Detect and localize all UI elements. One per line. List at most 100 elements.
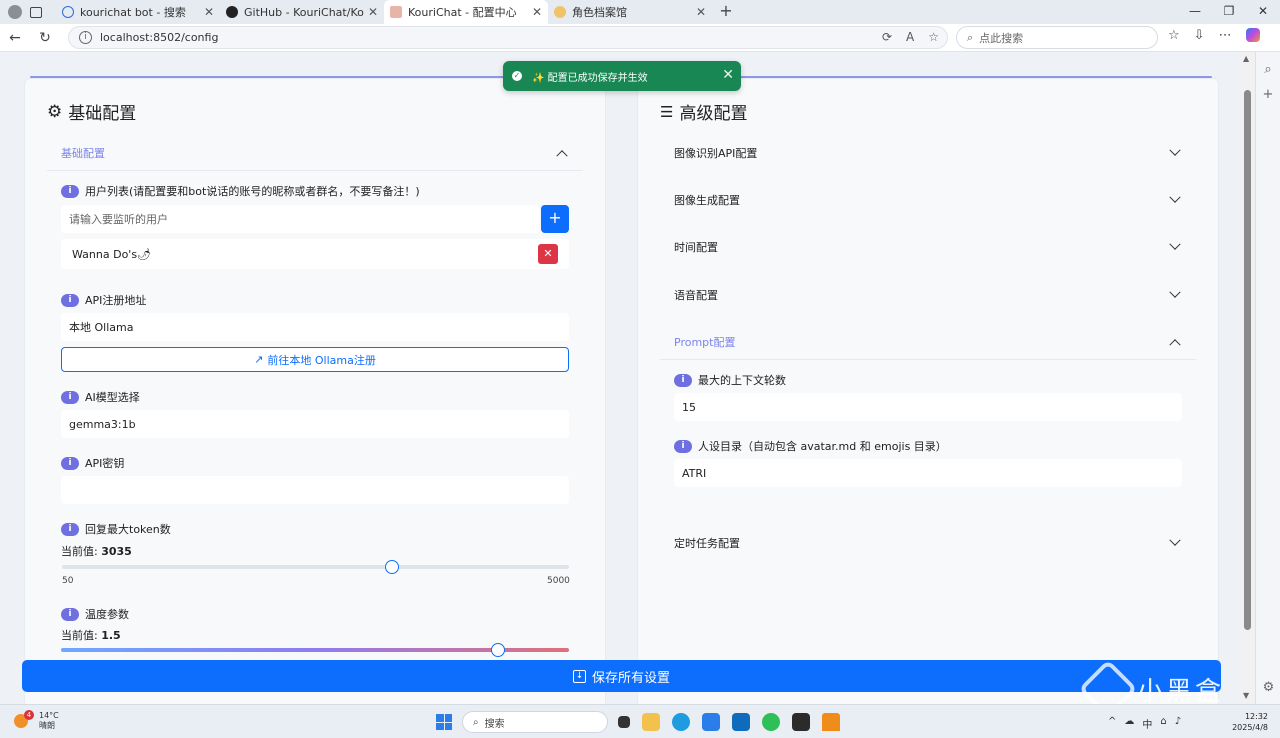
label-text: 温度参数 <box>85 608 129 621</box>
max-context-input[interactable]: 15 <box>674 393 1182 421</box>
scroll-up-icon[interactable]: ▲ <box>1243 54 1249 63</box>
info-icon: i <box>61 607 79 621</box>
max-token-slider-thumb[interactable] <box>384 560 399 574</box>
site-info-icon[interactable]: i <box>79 31 92 44</box>
close-tab-icon[interactable]: ✕ <box>204 5 214 19</box>
windows-start-icon[interactable] <box>436 714 452 730</box>
accordion-scheduled-tasks[interactable]: 定时任务配置 <box>660 525 1196 561</box>
max-token-slider-track[interactable] <box>62 565 569 569</box>
copilot-icon[interactable] <box>1245 28 1260 42</box>
info-icon: i <box>61 456 79 470</box>
tab-actions-icon[interactable] <box>30 6 42 18</box>
max-token-value: 3035 <box>101 545 132 558</box>
maximize-icon[interactable]: ❐ <box>1212 0 1246 24</box>
close-window-icon[interactable]: ✕ <box>1246 0 1280 24</box>
back-icon[interactable]: ← <box>0 30 30 46</box>
window-controls: — ❐ ✕ <box>1178 0 1280 24</box>
input-value: 15 <box>682 400 696 414</box>
wechat-icon[interactable] <box>762 713 780 731</box>
save-all-button[interactable]: ↓ 保存所有设置 <box>22 660 1221 692</box>
accordion-label: Prompt配置 <box>674 335 736 349</box>
bing-search-icon <box>62 6 74 18</box>
character-favicon-icon <box>554 6 566 18</box>
select-value: gemma3:1b <box>69 417 136 431</box>
button-label: 前往本地 Ollama注册 <box>267 353 376 367</box>
label-text: API密钥 <box>85 457 125 470</box>
network-icon[interactable]: ⌂ <box>1160 716 1166 731</box>
reload-icon[interactable]: ↻ <box>30 30 60 46</box>
file-explorer-icon[interactable] <box>642 713 660 731</box>
scroll-down-icon[interactable]: ▼ <box>1243 691 1249 700</box>
add-user-button[interactable]: + <box>541 205 569 233</box>
accordion-label: 图像生成配置 <box>674 194 740 207</box>
translate-icon[interactable]: ⟳ <box>882 30 892 44</box>
sidebar-search-icon[interactable]: ⌕ <box>1256 62 1280 77</box>
tab-kourichat-config[interactable]: KouriChat - 配置中心 ✕ <box>384 0 548 24</box>
advanced-config-title: ☰ 高级配置 <box>660 99 747 125</box>
ime-indicator[interactable]: 中 <box>1142 716 1152 731</box>
store-icon[interactable] <box>702 713 720 731</box>
label-text: 用户列表(请配置要和bot说话的账号的昵称或者群名，不要写备注！) <box>85 185 420 198</box>
browser-search-box[interactable]: ⌕ 点此搜索 <box>956 26 1158 49</box>
user-name: Wanna Do's🌶 <box>72 247 152 261</box>
api-register-button[interactable]: ↗ 前往本地 Ollama注册 <box>61 347 569 372</box>
volume-icon[interactable]: ♪ <box>1175 716 1181 731</box>
model-select[interactable]: gemma3:1b <box>61 410 569 438</box>
favorite-star-icon[interactable]: ☆ <box>928 30 939 44</box>
accordion-image-generation[interactable]: 图像生成配置 <box>660 182 1196 218</box>
profile-icon[interactable] <box>8 5 22 19</box>
accordion-time[interactable]: 时间配置 <box>660 229 1196 265</box>
sidebar-add-icon[interactable]: + <box>1256 87 1280 102</box>
edge-icon[interactable] <box>672 713 690 731</box>
new-tab-button[interactable]: + <box>712 0 740 24</box>
temperature-slider-thumb[interactable] <box>490 643 505 657</box>
task-view-icon[interactable] <box>618 716 630 728</box>
tab-github[interactable]: GitHub - KouriChat/KouriChat: 可... ✕ <box>220 0 384 24</box>
scrollbar-thumb[interactable] <box>1244 90 1251 630</box>
label-text: API注册地址 <box>85 294 147 307</box>
close-toast-icon[interactable]: ✕ <box>722 67 734 83</box>
watermark: 小黑盒 <box>1078 659 1224 704</box>
tab-character-archive[interactable]: 角色档案馆 ✕ <box>548 0 712 24</box>
api-key-input[interactable] <box>61 476 569 504</box>
page-scrollbar[interactable]: ▲ ▼ <box>1241 52 1255 704</box>
weather-desc: 晴朗 <box>39 721 55 730</box>
persona-select[interactable]: ATRI <box>674 459 1182 487</box>
advanced-config-card: ☰ 高级配置 图像识别API配置 图像生成配置 时间配置 语音配置 Prompt… <box>637 78 1219 704</box>
api-url-select[interactable]: 本地 Ollama <box>61 313 569 341</box>
accordion-voice[interactable]: 语音配置 <box>660 277 1196 313</box>
chevron-down-icon <box>1168 191 1182 207</box>
url-bar[interactable]: i localhost:8502/config ⟳ A ☆ <box>68 26 948 49</box>
remove-user-button[interactable]: ✕ <box>538 244 558 264</box>
close-tab-icon[interactable]: ✕ <box>696 5 706 19</box>
sidebar-settings-icon[interactable]: ⚙ <box>1256 680 1280 695</box>
toast-message: ✨ 配置已成功保存并生效 <box>532 72 648 84</box>
accordion-label: 定时任务配置 <box>674 537 740 550</box>
accordion-prompt[interactable]: Prompt配置 <box>660 324 1196 360</box>
downloads-icon[interactable]: ⇩ <box>1194 28 1205 43</box>
close-tab-icon[interactable]: ✕ <box>368 5 378 19</box>
basic-config-accordion-header[interactable]: 基础配置 <box>47 135 583 171</box>
close-tab-icon[interactable]: ✕ <box>532 5 542 19</box>
weather-widget[interactable]: 4 14°C 晴朗 <box>14 710 59 731</box>
user-input[interactable]: 请输入要监听的用户 <box>61 205 539 233</box>
browser-sidebar: ⌕ + ⚙ <box>1255 52 1280 704</box>
menu-icon[interactable]: ⋯ <box>1219 28 1232 43</box>
info-icon: i <box>61 390 79 404</box>
tray-expand-icon[interactable]: ^ <box>1108 716 1116 731</box>
tab-kourichat-search[interactable]: kourichat bot - 搜索 ✕ <box>56 0 220 24</box>
terminal-icon[interactable] <box>792 713 810 731</box>
tray-app-icon[interactable]: ☁ <box>1124 716 1134 731</box>
accordion-image-recognition[interactable]: 图像识别API配置 <box>660 135 1196 171</box>
tab-label: GitHub - KouriChat/KouriChat: 可... <box>244 6 364 19</box>
clock-time: 12:32 <box>1244 712 1268 721</box>
taskbar-clock[interactable]: 12:32 2025/4/8 <box>1232 711 1268 733</box>
favorites-icon[interactable]: ☆ <box>1168 28 1180 43</box>
read-aloud-icon[interactable]: A <box>906 30 914 44</box>
vlc-icon[interactable] <box>822 713 840 731</box>
minimize-icon[interactable]: — <box>1178 0 1212 24</box>
api-key-label: i API密钥 <box>61 455 124 471</box>
browser-tab-bar: kourichat bot - 搜索 ✕ GitHub - KouriChat/… <box>0 0 1280 24</box>
taskbar-search[interactable]: ⌕ 搜索 <box>462 711 608 733</box>
outlook-icon[interactable] <box>732 713 750 731</box>
